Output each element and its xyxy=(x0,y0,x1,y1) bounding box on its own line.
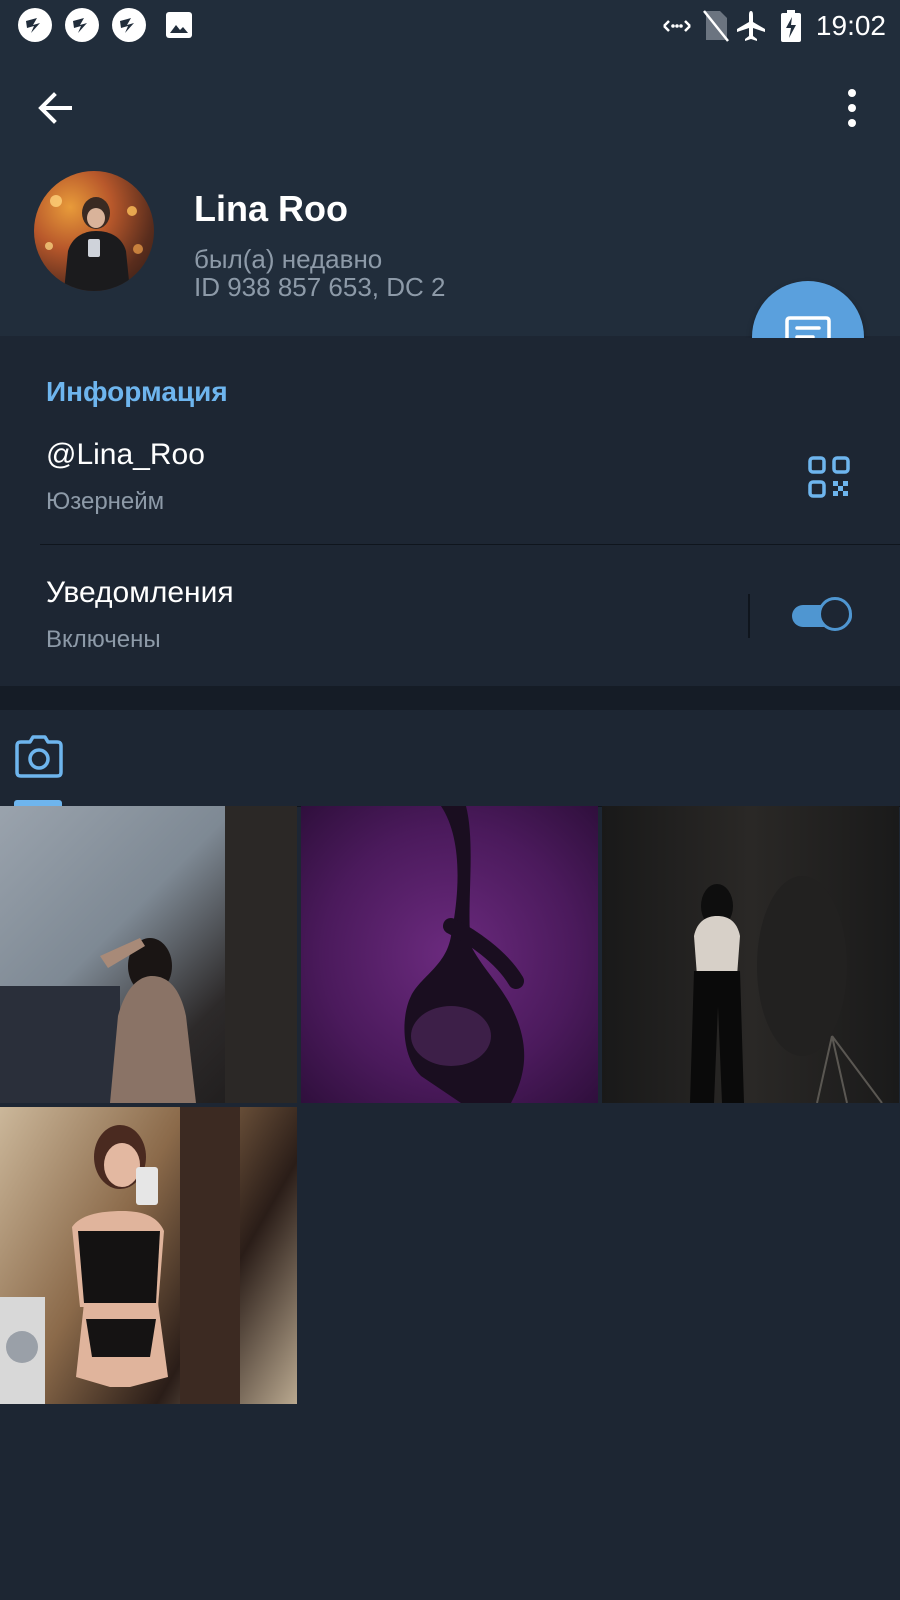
last-seen-status: был(а) недавно xyxy=(194,244,383,274)
notifications-state: Включены xyxy=(46,626,161,653)
username-value[interactable]: @Lina_Roo xyxy=(46,438,205,472)
media-thumbnail[interactable] xyxy=(0,806,297,1103)
status-time: 19:02 xyxy=(815,10,886,41)
notifications-toggle[interactable] xyxy=(790,595,856,635)
photo-thumbnail-image xyxy=(396,806,525,1103)
status-bar: 19:02 xyxy=(0,0,900,54)
avatar-photo xyxy=(45,195,143,291)
vertical-separator xyxy=(748,594,750,638)
photo-thumbnail-image xyxy=(0,806,297,1103)
app-notification-icon xyxy=(112,8,146,42)
user-id-line: ID 938 857 653, DC 2 xyxy=(194,272,446,302)
tab-photos[interactable] xyxy=(14,734,64,784)
notifications-title[interactable]: Уведомления xyxy=(46,576,234,610)
more-options-button[interactable] xyxy=(826,82,878,134)
arrow-left-icon xyxy=(38,92,72,124)
toggle-knob xyxy=(818,597,852,631)
data-transfer-icon xyxy=(663,20,691,32)
row-divider xyxy=(40,544,900,545)
no-sim-icon xyxy=(703,10,729,42)
media-thumbnail[interactable] xyxy=(301,806,598,1103)
image-notification-icon xyxy=(166,12,192,38)
profile-header: Lina Roo был(а) недавно ID 938 857 653, … xyxy=(0,54,900,336)
battery-charging-icon xyxy=(781,10,801,42)
media-tabs xyxy=(0,710,900,807)
avatar[interactable] xyxy=(34,171,154,291)
camera-icon xyxy=(15,735,63,778)
back-button[interactable] xyxy=(30,82,82,134)
more-vert-icon xyxy=(848,89,856,127)
qr-code-icon xyxy=(808,456,850,498)
qr-code-button[interactable] xyxy=(808,456,850,498)
info-section: Информация @Lina_Roo Юзернейм Уведомлени… xyxy=(0,338,900,686)
media-thumbnail[interactable] xyxy=(602,806,899,1103)
media-thumbnail[interactable] xyxy=(0,1107,297,1404)
section-gap xyxy=(0,686,900,710)
profile-name: Lina Roo xyxy=(194,188,348,229)
app-notification-icon xyxy=(65,8,99,42)
airplane-icon xyxy=(737,11,765,41)
photo-thumbnail-image xyxy=(0,1107,240,1404)
username-label: Юзернейм xyxy=(46,488,165,515)
section-title-info: Информация xyxy=(46,376,228,407)
app-notification-icon xyxy=(18,8,52,42)
photo-thumbnail-image xyxy=(690,876,883,1103)
